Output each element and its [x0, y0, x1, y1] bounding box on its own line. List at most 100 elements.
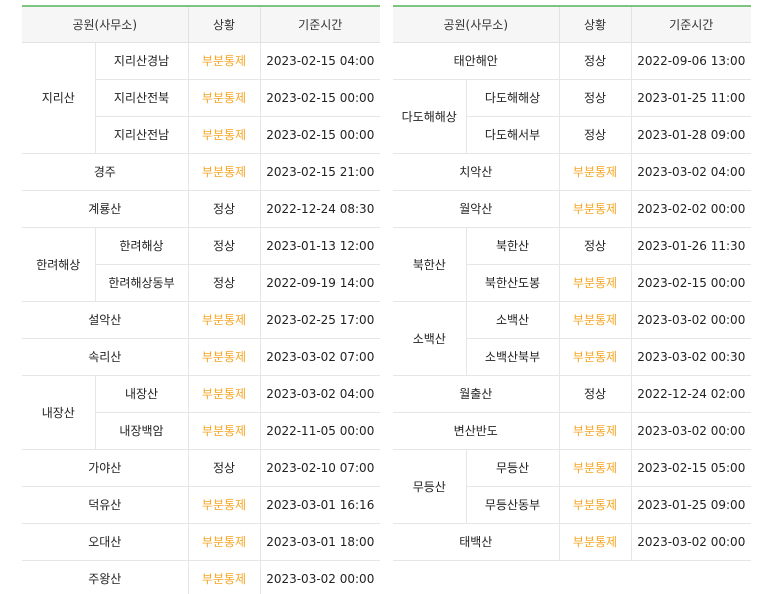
reference-time: 2023-01-25 11:00 [631, 79, 752, 117]
park-name: 계룡산 [22, 190, 189, 228]
park-name: 설악산 [22, 301, 189, 339]
table-row: 한려해상 한려해상 정상 2023-01-13 12:00 [22, 227, 381, 302]
status-badge: 정상 [559, 42, 632, 80]
office-name: 무등산동부 [466, 486, 560, 524]
park-name: 북한산 [393, 227, 467, 302]
table-row: 가야산 정상 2023-02-10 07:00 [22, 449, 381, 487]
reference-time: 2022-12-24 02:00 [631, 375, 752, 413]
table-header-row: 공원(사무소) 상황 기준시간 [22, 6, 381, 43]
status-badge: 정상 [188, 449, 261, 487]
park-name: 태백산 [393, 523, 560, 561]
reference-time: 2023-03-02 07:00 [260, 338, 381, 376]
office-name: 다도해서부 [466, 116, 560, 154]
park-name: 다도해해상 [393, 79, 467, 154]
status-badge: 부분통제 [188, 338, 261, 376]
table-row: 지리산 지리산경남 부분통제 2023-02-15 04:00 [22, 42, 381, 154]
status-badge: 부분통제 [188, 523, 261, 561]
office-name: 내장백암 [95, 412, 189, 450]
table-row: 경주 부분통제 2023-02-15 21:00 [22, 153, 381, 191]
table-row: 월악산 부분통제 2023-02-02 00:00 [393, 190, 752, 228]
table-row: 태백산 부분통제 2023-03-02 00:00 [393, 523, 752, 561]
reference-time: 2023-03-02 00:00 [260, 560, 381, 594]
park-name: 태안해안 [393, 42, 560, 80]
reference-time: 2023-02-02 00:00 [631, 190, 752, 228]
park-name: 속리산 [22, 338, 189, 376]
header-time: 기준시간 [631, 6, 752, 43]
header-park: 공원(사무소) [22, 6, 189, 43]
status-badge: 부분통제 [188, 79, 261, 117]
table-row: 무등산 무등산 부분통제 2023-02-15 05:00 [393, 449, 752, 524]
reference-time: 2023-03-02 00:00 [631, 301, 752, 339]
reference-time: 2023-01-28 09:00 [631, 116, 752, 154]
status-badge: 부분통제 [188, 42, 261, 80]
table-row: 북한산 북한산 정상 2023-01-26 11:30 [393, 227, 752, 302]
status-badge: 부분통제 [188, 116, 261, 154]
reference-time: 2022-11-05 00:00 [260, 412, 381, 450]
header-status: 상황 [188, 6, 261, 43]
status-badge: 부분통제 [559, 264, 632, 302]
reference-time: 2023-02-15 00:00 [260, 116, 381, 154]
office-name: 북한산도봉 [466, 264, 560, 302]
office-name: 다도해해상 [466, 79, 560, 117]
reference-time: 2022-09-19 14:00 [260, 264, 381, 302]
table-row: 속리산 부분통제 2023-03-02 07:00 [22, 338, 381, 376]
left-table-body: 지리산 지리산경남 부분통제 2023-02-15 04:00 지리산전북 부분통제 202… [22, 42, 381, 594]
reference-time: 2023-03-01 16:16 [260, 486, 381, 524]
table-row: 월출산 정상 2022-12-24 02:00 [393, 375, 752, 413]
status-badge: 부분통제 [188, 375, 261, 413]
status-badge: 정상 [559, 227, 632, 265]
status-badge: 정상 [559, 79, 632, 117]
park-name: 변산반도 [393, 412, 560, 450]
table-row: 다도해해상 다도해해상 정상 2023-01-25 11:00 [393, 79, 752, 154]
status-badge: 부분통제 [188, 560, 261, 594]
header-status: 상황 [559, 6, 632, 43]
table-row: 오대산 부분통제 2023-03-01 18:00 [22, 523, 381, 561]
right-status-table: 공원(사무소) 상황 기준시간 태안해안 정상 2022-09-06 13:00 다도… [393, 5, 752, 561]
status-badge: 부분통제 [559, 338, 632, 376]
table-row: 치악산 부분통제 2023-03-02 04:00 [393, 153, 752, 191]
table-header-row: 공원(사무소) 상황 기준시간 [393, 6, 752, 43]
table-row: 덕유산 부분통제 2023-03-01 16:16 [22, 486, 381, 524]
reference-time: 2023-02-25 17:00 [260, 301, 381, 339]
status-badge: 부분통제 [559, 449, 632, 487]
reference-time: 2023-01-26 11:30 [631, 227, 752, 265]
status-badge: 부분통제 [559, 153, 632, 191]
reference-time: 2023-03-01 18:00 [260, 523, 381, 561]
park-name: 무등산 [393, 449, 467, 524]
office-name: 지리산경남 [95, 42, 189, 80]
reference-time: 2023-02-15 00:00 [260, 79, 381, 117]
status-badge: 정상 [188, 264, 261, 302]
reference-time: 2023-02-15 00:00 [631, 264, 752, 302]
reference-time: 2023-02-15 21:00 [260, 153, 381, 191]
table-row: 주왕산 부분통제 2023-03-02 00:00 [22, 560, 381, 594]
reference-time: 2023-02-15 04:00 [260, 42, 381, 80]
status-badge: 부분통제 [559, 301, 632, 339]
right-table-body: 태안해안 정상 2022-09-06 13:00 다도해해상 다도해해상 정상 2023-0… [393, 42, 752, 561]
reference-time: 2022-12-24 08:30 [260, 190, 381, 228]
reference-time: 2022-09-06 13:00 [631, 42, 752, 80]
reference-time: 2023-03-02 04:00 [631, 153, 752, 191]
office-name: 한려해상동부 [95, 264, 189, 302]
table-row: 계룡산 정상 2022-12-24 08:30 [22, 190, 381, 228]
reference-time: 2023-02-10 07:00 [260, 449, 381, 487]
park-name: 가야산 [22, 449, 189, 487]
left-status-table-wrapper: 공원(사무소) 상황 기준시간 지리산 지리산경남 부분통제 2023-02-15 0… [22, 5, 381, 594]
status-badge: 정상 [188, 227, 261, 265]
status-badge: 부분통제 [559, 412, 632, 450]
status-badge: 부분통제 [188, 153, 261, 191]
park-name: 월출산 [393, 375, 560, 413]
office-name: 지리산전북 [95, 79, 189, 117]
status-badge: 정상 [188, 190, 261, 228]
office-name: 지리산전남 [95, 116, 189, 154]
table-row: 설악산 부분통제 2023-02-25 17:00 [22, 301, 381, 339]
park-name: 월악산 [393, 190, 560, 228]
reference-time: 2023-02-15 05:00 [631, 449, 752, 487]
status-badge: 부분통제 [188, 412, 261, 450]
office-name: 내장산 [95, 375, 189, 413]
right-status-table-wrapper: 공원(사무소) 상황 기준시간 태안해안 정상 2022-09-06 13:00 다도… [393, 5, 752, 561]
table-row: 소백산 소백산 부분통제 2023-03-02 00:00 [393, 301, 752, 376]
park-name: 지리산 [22, 42, 96, 154]
park-name: 경주 [22, 153, 189, 191]
table-row: 태안해안 정상 2022-09-06 13:00 [393, 42, 752, 80]
status-badge: 부분통제 [559, 523, 632, 561]
